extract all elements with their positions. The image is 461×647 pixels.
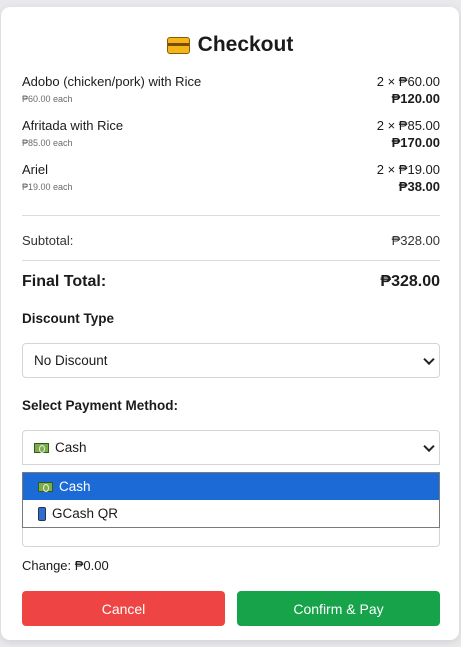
phone-icon bbox=[38, 506, 46, 521]
item-unit-price: ₱60.00 each bbox=[22, 94, 73, 104]
list-item: Afritada with Rice ₱85.00 each 2 × ₱85.0… bbox=[22, 116, 440, 160]
discount-type-label: Discount Type bbox=[22, 311, 115, 326]
payment-method-select[interactable]: Cash bbox=[22, 430, 440, 465]
cash-icon bbox=[34, 442, 49, 453]
item-name: Afritada with Rice bbox=[22, 118, 124, 133]
order-items: Adobo (chicken/pork) with Rice ₱60.00 ea… bbox=[22, 72, 440, 204]
option-cash[interactable]: Cash bbox=[23, 473, 439, 500]
final-total-row: Final Total: ₱328.00 bbox=[22, 273, 440, 291]
cash-icon bbox=[38, 481, 53, 492]
subtotal-value: ₱328.00 bbox=[391, 233, 440, 248]
subtotal-label: Subtotal: bbox=[22, 233, 74, 248]
chevron-down-icon bbox=[423, 440, 435, 452]
item-total: ₱170.00 bbox=[391, 135, 440, 150]
payment-method-value: Cash bbox=[55, 440, 87, 455]
item-total: ₱120.00 bbox=[391, 91, 440, 106]
item-name: Ariel bbox=[22, 162, 49, 177]
list-item: Ariel ₱19.00 each 2 × ₱19.00 ₱38.00 bbox=[22, 160, 440, 204]
option-label: Cash bbox=[59, 479, 91, 494]
divider bbox=[22, 260, 440, 261]
final-total-label: Final Total: bbox=[22, 273, 107, 290]
final-total-value: ₱328.00 bbox=[380, 273, 440, 290]
payment-method-options: Cash GCash QR bbox=[22, 472, 440, 528]
item-unit-price: ₱85.00 each bbox=[22, 138, 73, 148]
discount-type-value: No Discount bbox=[34, 353, 108, 368]
item-quantity: 2 × ₱60.00 bbox=[376, 74, 440, 89]
change-text: Change: ₱0.00 bbox=[22, 558, 109, 573]
item-quantity: 2 × ₱19.00 bbox=[376, 162, 440, 177]
checkout-title: Checkout bbox=[1, 33, 459, 57]
divider bbox=[22, 215, 440, 216]
list-item: Adobo (chicken/pork) with Rice ₱60.00 ea… bbox=[22, 72, 440, 116]
subtotal-row: Subtotal: ₱328.00 bbox=[22, 233, 440, 248]
checkout-card: Checkout Adobo (chicken/pork) with Rice … bbox=[1, 7, 459, 640]
amount-field[interactable] bbox=[22, 526, 440, 547]
page-title: Checkout bbox=[197, 33, 294, 56]
discount-type-select[interactable]: No Discount bbox=[22, 343, 440, 378]
cancel-button[interactable]: Cancel bbox=[22, 591, 225, 626]
item-unit-price: ₱19.00 each bbox=[22, 182, 73, 192]
payment-method-label: Select Payment Method: bbox=[22, 398, 179, 413]
credit-card-icon bbox=[166, 36, 190, 54]
confirm-pay-button[interactable]: Confirm & Pay bbox=[237, 591, 440, 626]
item-total: ₱38.00 bbox=[398, 179, 440, 194]
option-gcash-qr[interactable]: GCash QR bbox=[23, 500, 439, 527]
option-label: GCash QR bbox=[52, 506, 119, 521]
chevron-down-icon bbox=[423, 353, 435, 365]
item-quantity: 2 × ₱85.00 bbox=[376, 118, 440, 133]
item-name: Adobo (chicken/pork) with Rice bbox=[22, 74, 202, 89]
